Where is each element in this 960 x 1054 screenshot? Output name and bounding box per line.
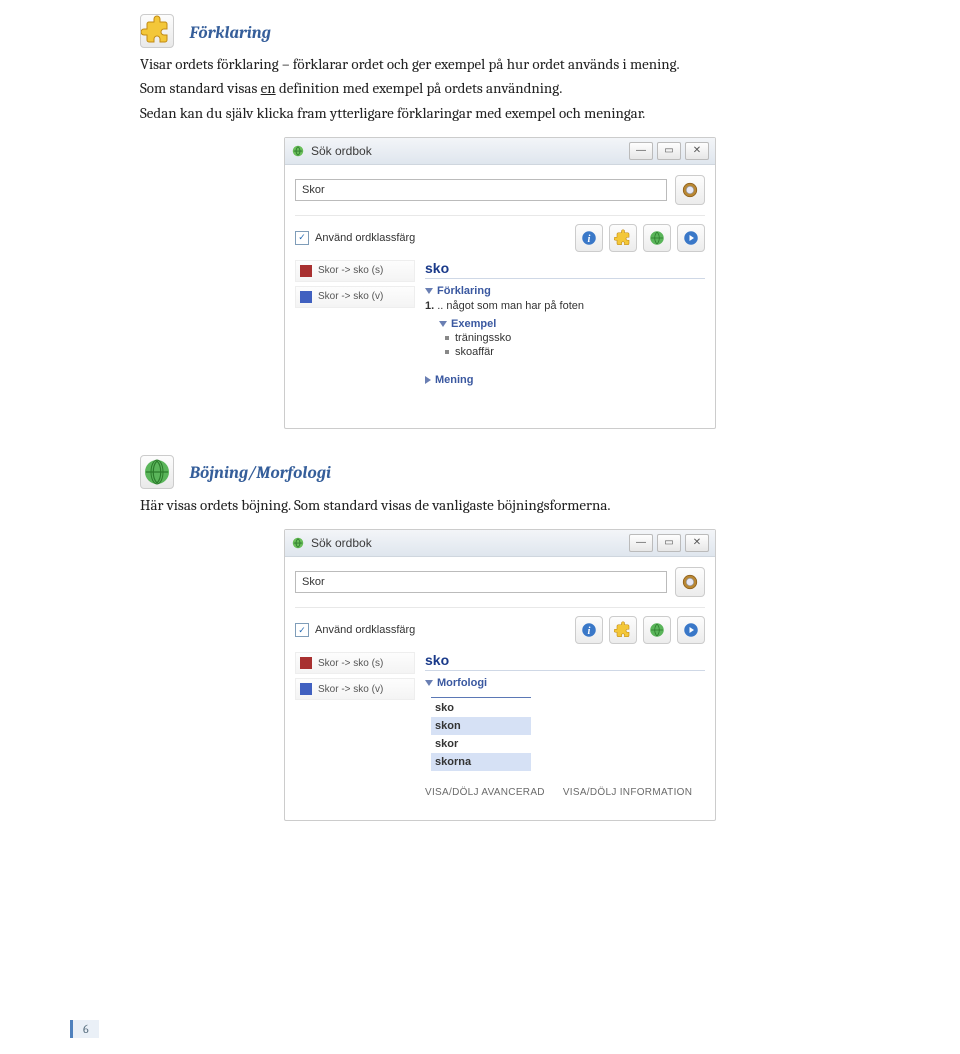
titlebar: Sök ordbok — ▭ ✕ (285, 530, 715, 557)
search-input[interactable] (295, 571, 667, 593)
text: Som standard visas (140, 79, 261, 97)
use-color-checkbox[interactable]: ✓ (295, 623, 309, 637)
minimize-button[interactable]: — (629, 534, 653, 552)
text-underline: en (261, 79, 276, 97)
color-swatch (300, 657, 312, 669)
def-number: 1. (425, 300, 434, 312)
example-item: skoaffär (445, 346, 705, 358)
text: definition med exempel på ordets användn… (276, 79, 563, 97)
morfologi-label: Morfologi (437, 677, 487, 689)
match-item[interactable]: Skor -> sko (v) (295, 286, 415, 308)
info-icon-button[interactable]: i (575, 224, 603, 252)
close-button[interactable]: ✕ (685, 534, 709, 552)
exempel-label: Exempel (451, 318, 496, 330)
mening-header[interactable]: Mening (425, 374, 705, 386)
match-text: Skor -> sko (s) (318, 265, 383, 276)
minimize-button[interactable]: — (629, 142, 653, 160)
morphology-table: sko skon skor skorna (431, 697, 531, 771)
morph-row: sko (431, 697, 531, 717)
morfologi-header[interactable]: Morfologi (425, 677, 705, 689)
app-icon (291, 144, 305, 158)
match-text: Skor -> sko (v) (318, 291, 383, 302)
color-swatch (300, 265, 312, 277)
use-color-checkbox[interactable]: ✓ (295, 231, 309, 245)
section1-desc1: Visar ordets förklaring – förklarar orde… (140, 54, 860, 74)
example-item: träningssko (445, 332, 705, 344)
def-text: .. något som man har på foten (437, 300, 584, 312)
headword: sko (425, 652, 705, 671)
forklaring-header[interactable]: Förklaring (425, 285, 705, 297)
morph-row: skorna (431, 753, 531, 771)
titlebar: Sök ordbok — ▭ ✕ (285, 138, 715, 165)
globe-icon (140, 455, 174, 489)
toggle-advanced-link[interactable]: VISA/DÖLJ AVANCERAD (425, 787, 545, 798)
puzzle-icon-button[interactable] (609, 224, 637, 252)
search-button[interactable] (675, 567, 705, 597)
morph-row: skon (431, 717, 531, 735)
info-icon-button[interactable]: i (575, 616, 603, 644)
app-window-morfologi: Sök ordbok — ▭ ✕ ✓ Använd ordklassfärg (284, 529, 716, 821)
forklaring-label: Förklaring (437, 285, 491, 297)
divider (295, 607, 705, 608)
use-color-label: Använd ordklassfärg (315, 232, 415, 244)
section1-heading: Förklaring (190, 24, 271, 43)
divider (295, 215, 705, 216)
use-color-label: Använd ordklassfärg (315, 624, 415, 636)
matches-list: Skor -> sko (s) Skor -> sko (v) (295, 652, 415, 808)
match-item[interactable]: Skor -> sko (s) (295, 260, 415, 282)
section1-desc3: Sedan kan du själv klicka fram ytterliga… (140, 103, 860, 123)
chevron-down-icon (425, 288, 433, 294)
svg-text:i: i (588, 626, 591, 637)
chevron-down-icon (439, 321, 447, 327)
matches-list: Skor -> sko (s) Skor -> sko (v) (295, 260, 415, 416)
page-number: 6 (70, 1020, 99, 1038)
morph-row: skor (431, 735, 531, 753)
svg-text:i: i (588, 234, 591, 245)
section1-desc2: Som standard visas en definition med exe… (140, 78, 860, 98)
play-icon-button[interactable] (677, 616, 705, 644)
puzzle-icon-button[interactable] (609, 616, 637, 644)
search-button[interactable] (675, 175, 705, 205)
search-input[interactable] (295, 179, 667, 201)
match-item[interactable]: Skor -> sko (s) (295, 652, 415, 674)
color-swatch (300, 683, 312, 695)
globe-icon-button[interactable] (643, 224, 671, 252)
section2-desc: Här visas ordets böjning. Som standard v… (140, 495, 860, 515)
window-title: Sök ordbok (311, 144, 372, 158)
definition-line: 1. .. något som man har på foten (425, 300, 705, 312)
maximize-button[interactable]: ▭ (657, 534, 681, 552)
match-text: Skor -> sko (s) (318, 658, 383, 669)
toggle-information-link[interactable]: VISA/DÖLJ INFORMATION (563, 787, 692, 798)
exempel-header[interactable]: Exempel (439, 318, 705, 330)
globe-icon-button[interactable] (643, 616, 671, 644)
close-button[interactable]: ✕ (685, 142, 709, 160)
section2-heading: Böjning/Morfologi (190, 464, 332, 483)
window-title: Sök ordbok (311, 536, 372, 550)
match-text: Skor -> sko (v) (318, 684, 383, 695)
app-window-forklaring: Sök ordbok — ▭ ✕ ✓ Använd ordklassfärg (284, 137, 716, 429)
chevron-down-icon (425, 680, 433, 686)
headword: sko (425, 260, 705, 279)
play-icon-button[interactable] (677, 224, 705, 252)
mening-label: Mening (435, 374, 474, 386)
maximize-button[interactable]: ▭ (657, 142, 681, 160)
match-item[interactable]: Skor -> sko (v) (295, 678, 415, 700)
chevron-right-icon (425, 376, 431, 384)
puzzle-icon (140, 14, 174, 48)
app-icon (291, 536, 305, 550)
color-swatch (300, 291, 312, 303)
